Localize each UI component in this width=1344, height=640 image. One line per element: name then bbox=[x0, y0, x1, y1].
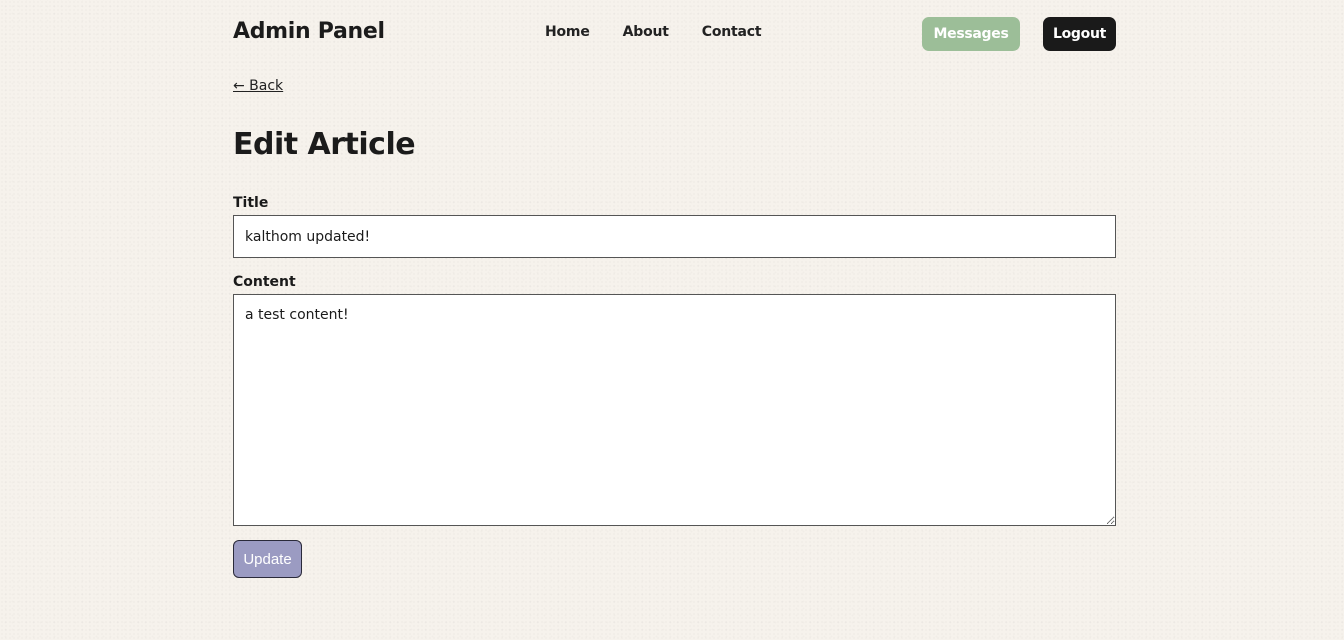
back-link[interactable]: ← Back bbox=[233, 78, 283, 94]
title-label: Title bbox=[233, 195, 269, 211]
brand-title: Admin Panel bbox=[233, 19, 385, 44]
messages-button[interactable]: Messages bbox=[922, 17, 1020, 51]
update-button[interactable]: Update bbox=[233, 540, 302, 578]
page-title: Edit Article bbox=[233, 127, 416, 162]
nav-contact-link[interactable]: Contact bbox=[702, 24, 762, 40]
content-label: Content bbox=[233, 274, 296, 290]
logout-button[interactable]: Logout bbox=[1043, 17, 1116, 51]
main-nav: Home About Contact bbox=[545, 24, 794, 40]
top-header: Admin Panel Home About Contact Messages … bbox=[233, 17, 1116, 51]
nav-about-link[interactable]: About bbox=[623, 24, 669, 40]
title-input[interactable] bbox=[233, 215, 1116, 258]
page-container: Admin Panel Home About Contact Messages … bbox=[233, 0, 1116, 640]
nav-home-link[interactable]: Home bbox=[545, 24, 590, 40]
content-textarea[interactable]: a test content! bbox=[233, 294, 1116, 526]
